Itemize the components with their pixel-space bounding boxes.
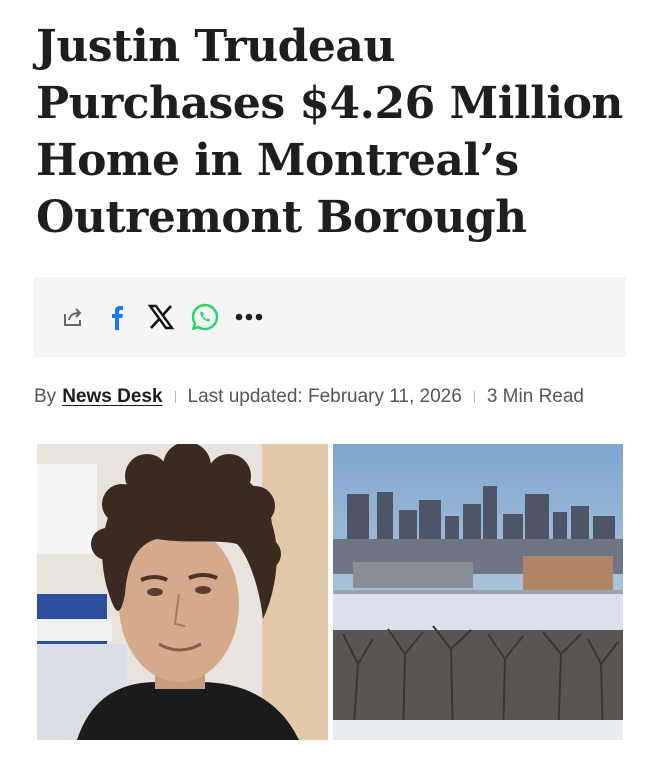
author-link[interactable]: News Desk xyxy=(62,386,162,408)
city-skyline-photo xyxy=(333,444,623,740)
by-label: By xyxy=(34,386,57,407)
portrait-photo xyxy=(37,444,328,740)
whatsapp-icon[interactable] xyxy=(190,302,220,332)
article-title: Justin Trudeau Purchases $4.26 Million H… xyxy=(36,21,623,243)
byline: By News Desk Last updated: February 11, … xyxy=(34,386,634,408)
read-time: 3 Min Read xyxy=(486,386,584,407)
share-icon[interactable] xyxy=(58,302,88,332)
facebook-icon[interactable] xyxy=(102,302,132,332)
more-icon[interactable] xyxy=(234,302,264,332)
share-bar xyxy=(34,277,626,357)
divider xyxy=(473,391,475,403)
divider xyxy=(174,391,176,403)
last-updated: Last updated: February 11, 2026 xyxy=(187,386,462,407)
x-icon[interactable] xyxy=(146,302,176,332)
